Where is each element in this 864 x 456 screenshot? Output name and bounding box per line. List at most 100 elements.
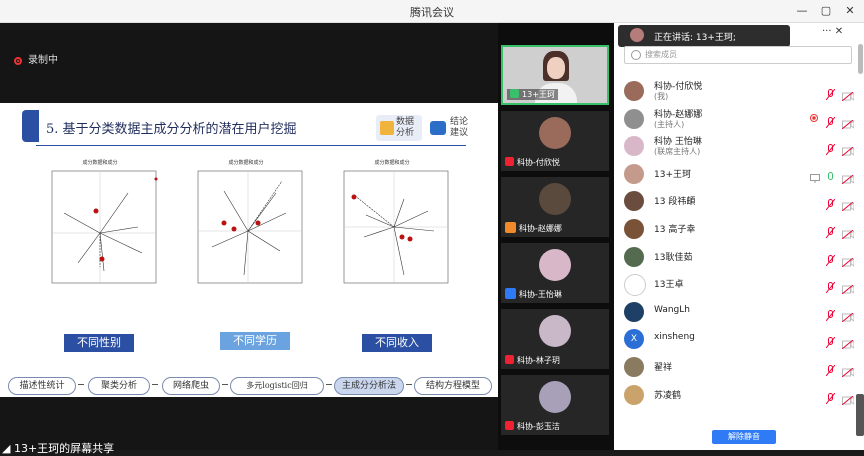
video-tile[interactable]: 科协-彭玉洁 xyxy=(501,375,609,435)
plot-label-gender: 不同性别 xyxy=(64,334,134,352)
title-bar: 腾讯会议 — ▢ ✕ xyxy=(0,0,864,23)
mic-on-icon[interactable] xyxy=(826,168,835,180)
biplot-income: 成分数据和成分 xyxy=(330,159,454,327)
mic-muted-icon xyxy=(505,421,514,430)
biplot-svg xyxy=(51,170,158,284)
scrollbar[interactable] xyxy=(858,44,863,74)
member-row[interactable]: 13 高子幸 xyxy=(624,215,860,241)
avatar xyxy=(624,136,644,157)
tag-text: 数据 xyxy=(396,117,415,127)
member-name: 13 段祎頔 xyxy=(654,197,696,208)
biplot-education: 成分数据和成分 xyxy=(184,159,308,327)
video-tile[interactable]: 科协-付欣悦 xyxy=(501,111,609,171)
member-row[interactable]: 科协-付欣悦 (我) xyxy=(624,77,860,103)
member-row[interactable]: 13+王珂 xyxy=(624,160,860,186)
member-row[interactable]: WangLh xyxy=(624,298,860,324)
member-row[interactable]: 13王卓 xyxy=(624,270,860,297)
video-name: 科协-赵娜娜 xyxy=(505,222,562,234)
member-name: 13王卓 xyxy=(654,280,684,291)
unmute-all-button[interactable]: 解除静音 xyxy=(712,430,776,444)
camera-off-icon[interactable] xyxy=(841,279,855,295)
data-point xyxy=(231,226,237,232)
minimize-icon[interactable]: — xyxy=(793,2,811,20)
video-tile[interactable]: 科协-赵娜娜 xyxy=(501,177,609,237)
camera-off-icon[interactable] xyxy=(841,86,855,102)
biplot-svg xyxy=(343,170,449,284)
member-row[interactable]: Xxinsheng xyxy=(624,325,860,351)
member-row[interactable]: 苏凌鹤 xyxy=(624,381,860,407)
avatar xyxy=(624,191,644,212)
avatar xyxy=(624,219,644,239)
screen-share-icon xyxy=(810,168,820,183)
video-name: 科协-王怡琳 xyxy=(505,288,562,300)
mic-muted-icon[interactable] xyxy=(825,361,836,377)
data-point xyxy=(407,236,413,242)
data-analysis-tag: 数据 分析 xyxy=(376,115,422,141)
video-name: 科协-彭玉洁 xyxy=(505,421,560,432)
tag-text: 分析 xyxy=(396,128,415,138)
data-point xyxy=(93,208,99,214)
member-row[interactable]: 13耿佳茹 xyxy=(624,243,860,269)
member-row[interactable]: 科协 王怡琳 (联席主持人) xyxy=(624,132,860,158)
maximize-icon[interactable]: ▢ xyxy=(817,2,835,20)
search-icon xyxy=(631,50,641,60)
camera-off-icon[interactable] xyxy=(841,390,855,405)
avatar xyxy=(539,315,571,347)
member-role: (联席主持人) xyxy=(654,147,701,157)
speaker-avatar xyxy=(630,28,644,42)
plot-frame xyxy=(197,170,303,284)
recording-label: 录制中 xyxy=(28,55,58,66)
mic-muted-icon[interactable] xyxy=(825,195,836,211)
flow-step: 网络爬虫 xyxy=(162,377,220,395)
mic-muted-icon[interactable] xyxy=(825,389,836,404)
member-row[interactable]: 翟祥 xyxy=(624,353,860,379)
share-text: 13+王珂的屏幕共享 xyxy=(13,442,115,455)
conclusion-tag: 结论 建议 xyxy=(428,115,474,141)
mic-muted-icon[interactable] xyxy=(825,251,836,266)
member-row[interactable]: 13 段祎頔 xyxy=(624,187,860,213)
data-point xyxy=(154,177,158,181)
camera-off-icon[interactable] xyxy=(841,334,855,350)
avatar: X xyxy=(624,329,644,350)
camera-off-icon[interactable] xyxy=(841,307,855,323)
member-search-input[interactable]: 搜索成员 xyxy=(624,46,852,64)
member-name: WangLh xyxy=(654,304,690,315)
camera-off-icon[interactable] xyxy=(841,252,855,267)
flow-arrow xyxy=(406,384,412,385)
video-tile[interactable]: 13+王珂 xyxy=(501,45,609,105)
mic-muted-icon[interactable] xyxy=(825,333,836,349)
panel-toggle-handle[interactable] xyxy=(856,394,864,436)
camera-off-icon[interactable] xyxy=(841,196,855,212)
video-tile[interactable]: 科协-王怡琳 xyxy=(501,243,609,303)
mic-muted-icon[interactable] xyxy=(825,223,836,239)
flow-arrow xyxy=(152,384,158,385)
mic-muted-icon[interactable] xyxy=(825,278,836,294)
plot-label-income: 不同收入 xyxy=(362,334,432,352)
member-name: 苏凌鹤 xyxy=(654,390,682,401)
camera-off-icon[interactable] xyxy=(841,224,855,240)
avatar xyxy=(624,301,644,322)
video-tile[interactable]: 科协-林子玥 xyxy=(501,309,609,369)
panel-menu-icon[interactable]: ··· ✕ xyxy=(822,26,843,37)
camera-off-icon[interactable] xyxy=(841,169,855,185)
tag-text: 建议 xyxy=(450,128,469,138)
mic-muted-icon[interactable] xyxy=(825,140,836,156)
camera-off-icon[interactable] xyxy=(841,114,855,129)
recording-indicator[interactable]: 录制中 xyxy=(14,51,58,66)
mic-muted-icon[interactable] xyxy=(825,113,836,128)
mic-muted-icon xyxy=(505,157,514,166)
video-strip: 13+王珂 科协-付欣悦 科协-赵娜娜 科协-王怡琳 科协-林子玥 科协-彭玉洁 xyxy=(498,23,614,450)
camera-off-icon[interactable] xyxy=(841,141,855,157)
close-icon[interactable]: ✕ xyxy=(841,2,859,20)
member-row[interactable]: 科协-赵娜娜 (主持人) xyxy=(624,105,860,131)
method-flow: 描述性统计 聚类分析 网络爬虫 多元logistic回归 主成分分析法 结构方程… xyxy=(0,375,498,397)
data-point xyxy=(351,194,357,200)
mic-muted-icon[interactable] xyxy=(825,306,836,322)
slide-heading: 5. 基于分类数据主成分分析的潜在用户挖掘 xyxy=(46,122,297,137)
avatar xyxy=(624,357,644,377)
mic-muted-icon[interactable] xyxy=(825,85,836,101)
bar-chart-icon xyxy=(380,121,394,135)
data-point xyxy=(255,220,261,226)
camera-off-icon[interactable] xyxy=(841,362,855,378)
video-name: 科协-付欣悦 xyxy=(505,157,560,168)
